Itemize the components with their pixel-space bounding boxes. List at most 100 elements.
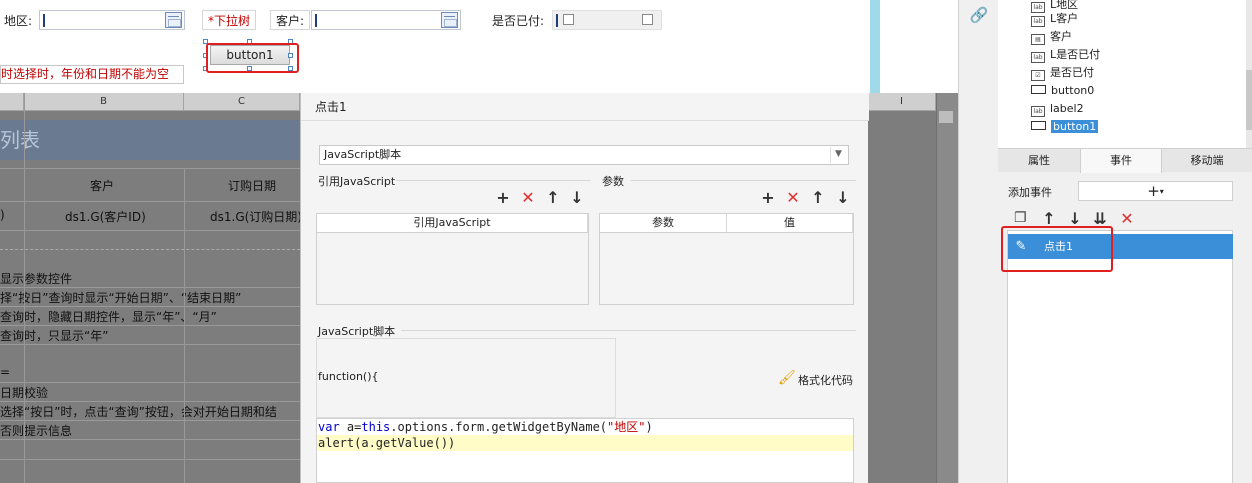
tree-item-selected[interactable]: button1 — [1031, 118, 1099, 136]
divider — [0, 420, 300, 421]
ref-js-column-header: 引用JavaScript — [317, 214, 588, 233]
delete-icon[interactable]: ✕ — [1119, 211, 1135, 227]
customer-label-frame — [270, 10, 310, 30]
scrollbar-thumb[interactable] — [939, 111, 953, 123]
column-header-c[interactable]: C — [184, 93, 300, 111]
move-up-icon[interactable]: ↑ — [810, 190, 826, 206]
divider — [0, 230, 300, 231]
format-code-button[interactable]: 格式化代码 — [798, 372, 853, 388]
divider — [631, 180, 856, 181]
move-down-icon[interactable]: ↓ — [835, 190, 851, 206]
divider — [0, 382, 300, 383]
paid-label: 是否已付: — [492, 14, 545, 28]
button-icon — [1031, 85, 1046, 94]
divider — [0, 306, 300, 307]
move-down-icon[interactable]: ↓ — [569, 190, 585, 206]
add-event-label: 添加事件 — [1008, 186, 1052, 199]
script-group-title: JavaScript脚本 — [318, 325, 396, 338]
link-icon[interactable]: 🔗 — [968, 6, 990, 24]
chevron-down-icon[interactable]: ▼ — [830, 147, 846, 163]
customer-input[interactable] — [311, 10, 461, 30]
cell-left: ) — [0, 208, 5, 222]
cell-customer[interactable]: ds1.G(客户ID) — [65, 208, 146, 225]
code-header-area: function(){ — [316, 338, 616, 418]
delete-icon[interactable]: ✕ — [785, 190, 801, 206]
tree-widget-icon: ▤ — [1031, 34, 1045, 45]
column-header-i[interactable]: I — [868, 93, 936, 111]
cell-order-date[interactable]: ds1.G(订购日期) — [210, 208, 302, 225]
code-editor[interactable]: var a=this.options.form.getWidgetByName(… — [316, 418, 854, 483]
code-line[interactable]: var a=this.options.form.getWidgetByName(… — [317, 419, 853, 435]
note-line: 查询时，只显示“年” — [0, 329, 109, 343]
param-column-header: 参数 — [600, 214, 727, 233]
brush-icon[interactable]: 🖌 — [778, 370, 796, 386]
vertical-scrollbar[interactable] — [936, 93, 958, 483]
ref-js-group-title: 引用JavaScript — [318, 175, 396, 188]
note-line: 择“按日”查询时显示“开始日期”、“结束日期” — [0, 291, 242, 305]
move-up-icon[interactable]: ↑ — [1041, 211, 1057, 227]
tab-properties[interactable]: 属性 — [998, 149, 1080, 173]
function-header: function(){ — [318, 370, 379, 383]
note-line: 选择“按日”时，点击“查询”按钮，会对开始日期和结 — [0, 405, 277, 419]
tab-events[interactable]: 事件 — [1080, 149, 1162, 173]
script-type-value: JavaScript脚本 — [324, 148, 402, 161]
sheet-banner: 列表 — [0, 120, 300, 160]
calendar-icon[interactable] — [441, 12, 458, 28]
paid-checkbox[interactable] — [563, 14, 574, 25]
params-table[interactable]: 参数 值 — [599, 213, 854, 305]
button-icon — [1031, 121, 1046, 130]
script-type-select[interactable]: JavaScript脚本 ▼ — [319, 145, 849, 165]
calendar-icon[interactable] — [165, 12, 182, 28]
paid-checkbox-field[interactable] — [552, 10, 662, 30]
add-icon[interactable]: + — [760, 190, 776, 206]
code-line[interactable]: alert(a.getValue()) — [317, 435, 853, 451]
divider — [396, 180, 591, 181]
tree-item[interactable]: ▤ 客户 — [1031, 28, 1072, 46]
event-dialog: 点击1 JavaScript脚本 ▼ 引用JavaScript + ✕ ↑ ↓ … — [300, 93, 869, 483]
add-icon[interactable]: + — [495, 190, 511, 206]
tab-mobile[interactable]: 移动端 — [1162, 149, 1252, 173]
checkbox-icon: ☑ — [1031, 70, 1045, 81]
divider — [0, 401, 300, 402]
label-icon: lab — [1031, 106, 1045, 117]
divider — [0, 325, 300, 326]
value-column-header: 值 — [727, 214, 853, 233]
column-header-b[interactable]: B — [24, 93, 184, 111]
chevron-down-icon: ▾ — [1159, 187, 1164, 196]
delete-icon[interactable]: ✕ — [520, 190, 536, 206]
divider — [0, 459, 300, 460]
paid-checkbox-secondary[interactable] — [642, 14, 653, 25]
tree-item[interactable]: lab label2 — [1031, 100, 1084, 118]
params-group-title: 参数 — [602, 175, 624, 188]
tree-item[interactable]: ☑ 是否已付 — [1031, 64, 1094, 82]
label-icon: lab — [1031, 52, 1045, 63]
note-line: 显示参数控件 — [0, 272, 73, 286]
highlight-box — [1001, 226, 1113, 272]
tree-scrollbar[interactable] — [1246, 0, 1252, 148]
grid-line — [24, 93, 25, 483]
dialog-title: 点击1 — [301, 93, 869, 121]
dropdown-tree-frame — [202, 10, 256, 30]
add-event-dropdown[interactable]: +▾ — [1078, 181, 1233, 201]
region-label: 地区: — [4, 14, 33, 28]
ref-js-table[interactable]: 引用JavaScript — [316, 213, 589, 305]
panel-tabs: 属性 事件 移动端 — [998, 148, 1252, 173]
add-event-row: 添加事件 +▾ — [998, 178, 1252, 204]
tree-item[interactable]: lab L是否已付 — [1031, 46, 1100, 64]
copy-icon[interactable]: ❐ — [1014, 210, 1027, 226]
move-bottom-icon[interactable]: ⇊ — [1092, 211, 1108, 227]
tree-item[interactable]: lab L客户 — [1031, 10, 1078, 28]
designer-edge — [870, 0, 880, 93]
label-icon: lab — [1031, 16, 1045, 27]
form-designer-canvas: 地区: *下拉树 客户: 是否已付: button1 时选择时，年份和日期不能为… — [0, 0, 870, 93]
move-up-icon[interactable]: ↑ — [545, 190, 561, 206]
note-line: 否则提示信息 — [0, 424, 73, 438]
move-down-icon[interactable]: ↓ — [1067, 211, 1083, 227]
note-line: = — [0, 365, 11, 379]
add-icon: + — [1147, 182, 1160, 200]
divider — [0, 287, 300, 288]
validation-message: 时选择时，年份和日期不能为空 — [0, 65, 184, 84]
region-input[interactable] — [39, 10, 185, 30]
tree-item[interactable]: button0 — [1031, 82, 1094, 100]
divider — [0, 249, 300, 250]
